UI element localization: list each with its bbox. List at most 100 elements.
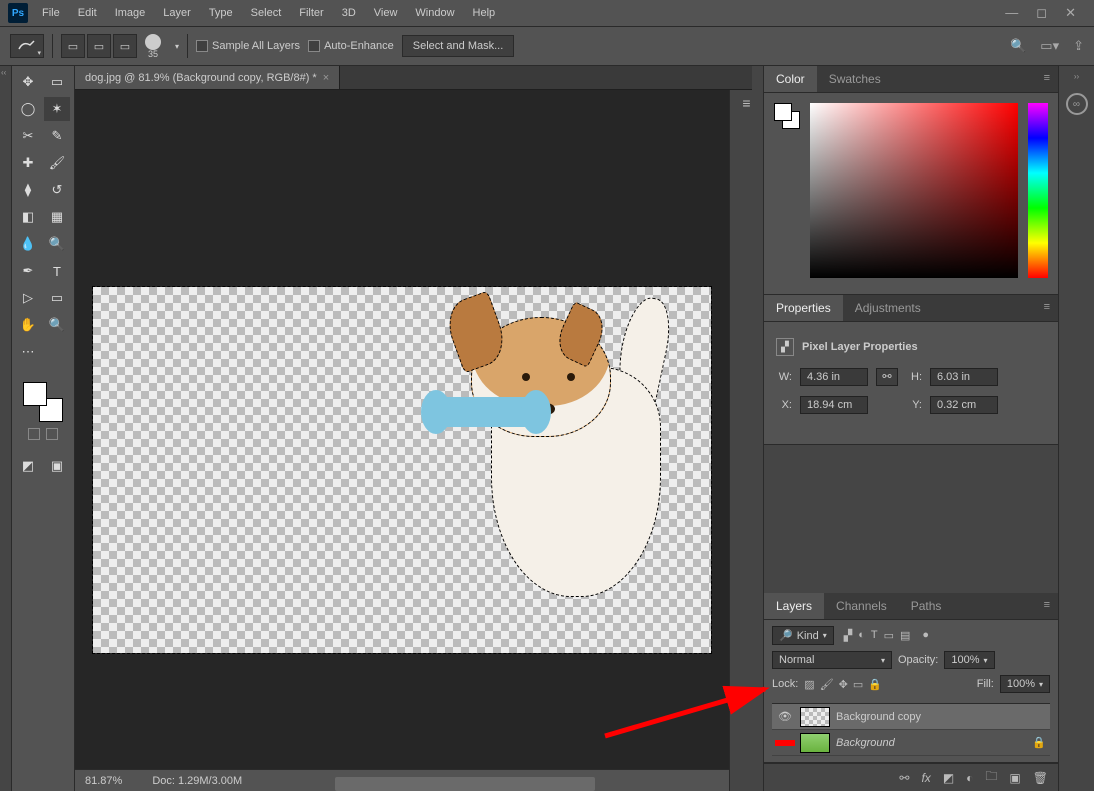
channels-tab[interactable]: Channels: [824, 593, 899, 619]
brush-preview[interactable]: 35: [145, 34, 161, 59]
paths-tab[interactable]: Paths: [899, 593, 954, 619]
auto-enhance-checkbox[interactable]: Auto-Enhance: [308, 40, 394, 52]
filter-toggle-icon[interactable]: ●: [922, 629, 929, 642]
menu-file[interactable]: File: [34, 3, 68, 23]
eyedropper-tool-icon[interactable]: ✎: [44, 124, 70, 148]
menu-window[interactable]: Window: [407, 3, 462, 23]
brush-picker-caret-icon[interactable]: ▾: [175, 42, 179, 51]
horizontal-scrollbar[interactable]: [335, 777, 595, 791]
filter-pixel-icon[interactable]: ▞: [844, 629, 852, 642]
zoom-tool-icon[interactable]: 🔍: [44, 313, 70, 337]
crop-tool-icon[interactable]: ✂: [15, 124, 41, 148]
color-tab[interactable]: Color: [764, 66, 817, 92]
lock-paint-icon[interactable]: 🖌: [820, 678, 834, 691]
window-minimize-icon[interactable]: —: [1005, 5, 1018, 21]
layer-filter-dropdown[interactable]: 🔎Kind▾: [772, 626, 834, 645]
subtract-selection-icon[interactable]: ▭: [113, 34, 137, 58]
color-field[interactable]: [810, 103, 1018, 278]
hue-slider[interactable]: [1028, 103, 1048, 278]
color-panel-swatch[interactable]: [774, 103, 800, 129]
prop-h-field[interactable]: 6.03 in: [930, 368, 998, 386]
status-doc-size[interactable]: Doc: 1.29M/3.00M: [152, 775, 242, 787]
layer-row-background[interactable]: Background 🔒: [772, 730, 1050, 756]
menu-help[interactable]: Help: [465, 3, 504, 23]
properties-panel-menu-icon[interactable]: ≡: [1036, 295, 1058, 321]
prop-w-field[interactable]: 4.36 in: [800, 368, 868, 386]
lock-position-icon[interactable]: ✥: [839, 678, 848, 691]
layer-lock-icon[interactable]: 🔒: [1032, 736, 1046, 749]
collapsed-dock-strip[interactable]: ≡: [729, 66, 764, 791]
lasso-tool-icon[interactable]: ◯: [15, 97, 41, 121]
prop-y-field[interactable]: 0.32 cm: [930, 396, 998, 414]
new-group-icon[interactable]: 🗀: [985, 767, 997, 788]
far-right-dock-strip[interactable]: ∞: [1059, 66, 1094, 791]
status-zoom[interactable]: 81.87%: [85, 775, 122, 787]
layer-thumbnail[interactable]: [800, 733, 830, 753]
default-colors-icon[interactable]: [28, 428, 40, 440]
menu-view[interactable]: View: [366, 3, 406, 23]
brush-tool-icon[interactable]: 🖌: [44, 151, 70, 175]
foreground-background-swatch[interactable]: [23, 382, 63, 422]
visibility-toggle-icon[interactable]: 👁: [776, 710, 794, 723]
menu-layer[interactable]: Layer: [155, 3, 199, 23]
document-tab[interactable]: dog.jpg @ 81.9% (Background copy, RGB/8#…: [75, 66, 340, 89]
select-and-mask-button[interactable]: Select and Mask...: [402, 35, 515, 57]
filter-smart-icon[interactable]: ▤: [900, 629, 910, 642]
window-close-icon[interactable]: ✕: [1065, 5, 1076, 21]
prop-x-field[interactable]: 18.94 cm: [800, 396, 868, 414]
window-maximize-icon[interactable]: ◻: [1036, 5, 1047, 21]
document-canvas[interactable]: [93, 287, 711, 653]
color-panel-menu-icon[interactable]: ≡: [1036, 66, 1058, 92]
workspace-switcher-icon[interactable]: ▭▾: [1040, 38, 1059, 54]
screen-mode-icon[interactable]: ▣: [44, 454, 70, 478]
layer-row-background-copy[interactable]: 👁 Background copy: [772, 704, 1050, 730]
new-adjustment-icon[interactable]: ◐: [966, 771, 973, 785]
fill-field[interactable]: 100%▾: [1000, 675, 1050, 693]
close-tab-icon[interactable]: ×: [323, 72, 329, 84]
new-selection-icon[interactable]: ▭: [61, 34, 85, 58]
quick-selection-tool-icon[interactable]: ✶: [44, 97, 70, 121]
opacity-field[interactable]: 100%▾: [944, 651, 994, 669]
delete-layer-icon[interactable]: 🗑: [1033, 771, 1048, 785]
move-tool-icon[interactable]: ✥: [15, 70, 41, 94]
history-brush-tool-icon[interactable]: ↺: [44, 178, 70, 202]
clone-stamp-tool-icon[interactable]: ⧫: [15, 178, 41, 202]
link-layers-icon[interactable]: ⚯: [899, 771, 909, 785]
layers-panel-menu-icon[interactable]: ≡: [1036, 593, 1058, 619]
adjustments-tab[interactable]: Adjustments: [843, 295, 933, 321]
edit-toolbar-icon[interactable]: ⋯: [15, 340, 41, 364]
hand-tool-icon[interactable]: ✋: [15, 313, 41, 337]
menu-image[interactable]: Image: [107, 3, 154, 23]
blend-mode-dropdown[interactable]: Normal▾: [772, 651, 892, 669]
menu-3d[interactable]: 3D: [334, 3, 364, 23]
left-dock-strip[interactable]: [0, 66, 12, 791]
swap-colors-icon[interactable]: [46, 428, 58, 440]
quick-mask-icon[interactable]: ◩: [15, 454, 41, 478]
pen-tool-icon[interactable]: ✒: [15, 259, 41, 283]
search-icon[interactable]: 🔍: [1010, 38, 1026, 54]
healing-brush-tool-icon[interactable]: ✚: [15, 151, 41, 175]
eraser-tool-icon[interactable]: ◧: [15, 205, 41, 229]
type-tool-icon[interactable]: T: [44, 259, 70, 283]
filter-shape-icon[interactable]: ▭: [884, 629, 894, 642]
properties-tab[interactable]: Properties: [764, 295, 843, 321]
menu-select[interactable]: Select: [243, 3, 290, 23]
sample-all-layers-checkbox[interactable]: Sample All Layers: [196, 40, 300, 52]
creative-cloud-icon[interactable]: ∞: [1066, 93, 1088, 115]
gradient-tool-icon[interactable]: ▦: [44, 205, 70, 229]
blur-tool-icon[interactable]: 💧: [15, 232, 41, 256]
add-selection-icon[interactable]: ▭: [87, 34, 111, 58]
dodge-tool-icon[interactable]: 🔍: [44, 232, 70, 256]
add-mask-icon[interactable]: ◩: [943, 771, 954, 785]
lock-transparency-icon[interactable]: ▨: [804, 678, 814, 691]
artboard-tool-icon[interactable]: ▭: [44, 70, 70, 94]
new-layer-icon[interactable]: ▣: [1009, 771, 1020, 785]
layer-name-label[interactable]: Background: [836, 737, 1026, 749]
filter-type-icon[interactable]: T: [871, 629, 878, 642]
path-selection-tool-icon[interactable]: ▷: [15, 286, 41, 310]
layer-name-label[interactable]: Background copy: [836, 711, 1046, 723]
lock-all-icon[interactable]: 🔒: [868, 678, 882, 691]
menu-edit[interactable]: Edit: [70, 3, 105, 23]
menu-type[interactable]: Type: [201, 3, 241, 23]
shape-tool-icon[interactable]: ▭: [44, 286, 70, 310]
